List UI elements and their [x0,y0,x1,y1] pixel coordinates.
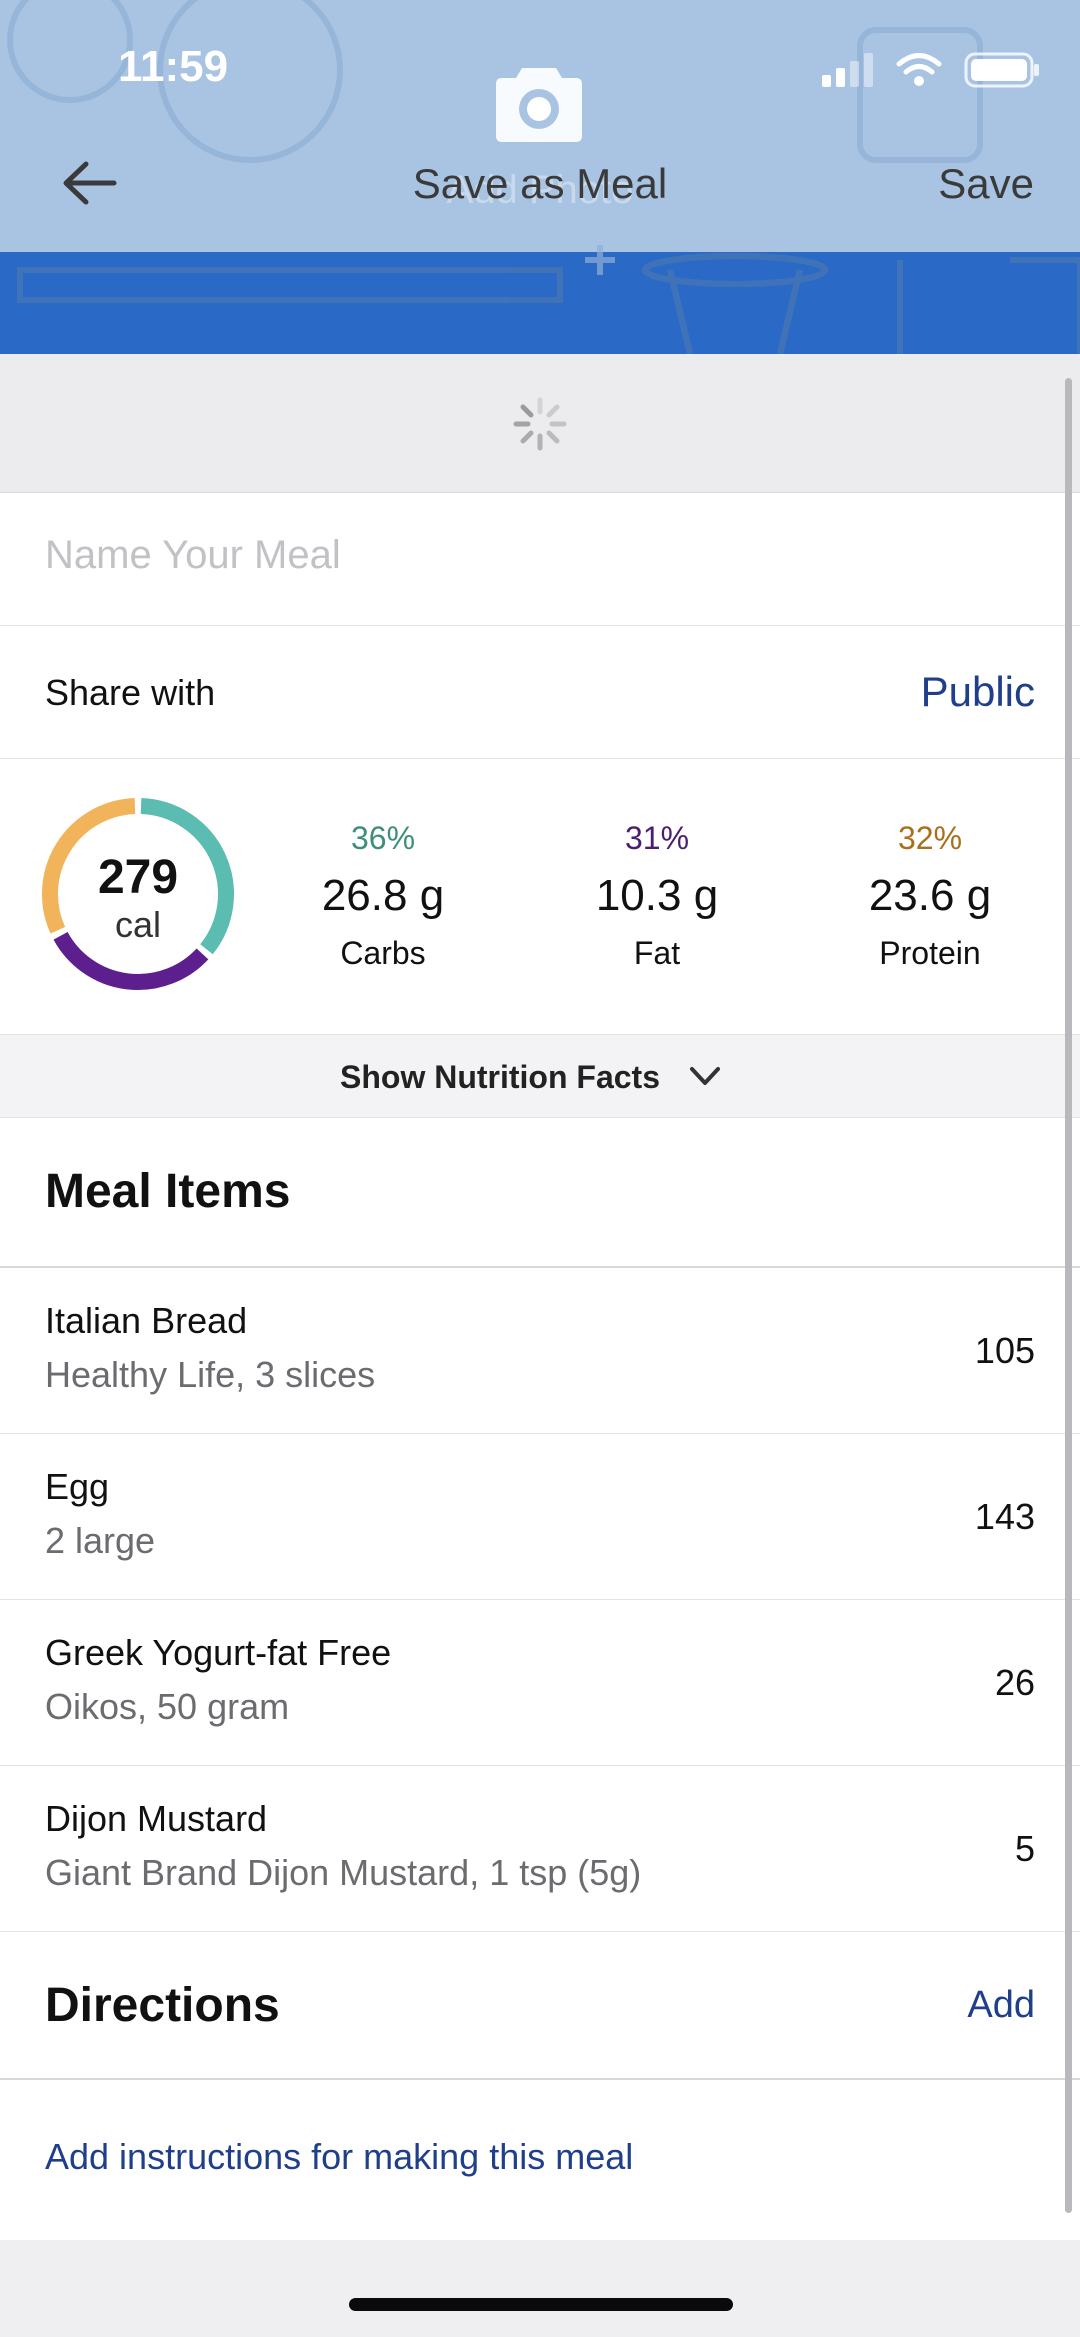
macro-percent: 36% [350,820,416,856]
meal-name-input[interactable] [45,533,1025,578]
macro-fat: 31% 10.3 g Fat [542,820,772,972]
meal-item-calories: 105 [974,1330,1035,1371]
share-with-label: Share with [45,672,216,713]
battery-icon [964,52,1039,88]
macro-label: Fat [633,935,681,971]
wifi-icon [896,53,942,86]
header: 11:59 Add Photo Save as Meal Save [0,0,1080,354]
macro-label: Protein [879,935,981,971]
camera-icon[interactable] [494,60,584,144]
navigation-bar: Save as Meal Save [0,150,1080,220]
directions-title: Directions [45,1979,280,2032]
macro-value: 10.3 g [595,871,719,920]
show-nutrition-facts-button[interactable]: Show Nutrition Facts [0,1034,1080,1118]
macro-protein: 32% 23.6 g Protein [815,820,1045,972]
directions-header: Directions Add [0,1932,1080,2080]
meal-item-calories: 143 [974,1496,1035,1537]
meal-item-name: Greek Yogurt-fat Free [45,1632,392,1673]
meal-item-row[interactable]: Egg 2 large 143 [0,1434,1080,1600]
show-nutrition-facts-label: Show Nutrition Facts [340,1059,660,1095]
meal-item-row[interactable]: Dijon Mustard Giant Brand Dijon Mustard,… [0,1766,1080,1932]
meal-item-calories: 26 [994,1662,1035,1703]
cellular-signal-icon [822,53,873,87]
meal-item-description: 2 large [45,1520,156,1561]
chevron-down-icon [690,1067,720,1085]
macro-carbs: 36% 26.8 g Carbs [268,820,498,972]
meal-item-name: Dijon Mustard [45,1798,268,1839]
meal-item-name: Italian Bread [45,1300,248,1341]
photo-loading-area [0,354,1080,493]
meal-item-calories: 5 [1014,1828,1035,1869]
meal-items-header: Meal Items [0,1118,1080,1268]
macro-value: 26.8 g [321,871,445,920]
meal-name-row [0,493,1080,626]
meal-item-row[interactable]: Greek Yogurt-fat Free Oikos, 50 gram 26 [0,1600,1080,1766]
macro-label: Carbs [340,935,426,971]
meal-item-description: Oikos, 50 gram [45,1686,290,1727]
home-indicator[interactable] [349,2298,733,2311]
save-button[interactable]: Save [938,160,1034,208]
macro-percent: 31% [624,820,690,856]
page-title: Save as Meal [412,160,668,207]
meal-item-description: Healthy Life, 3 slices [45,1354,376,1395]
meal-item-description: Giant Brand Dijon Mustard, 1 tsp (5g) [45,1852,642,1893]
macro-value: 23.6 g [868,871,992,920]
meal-item-row[interactable]: Italian Bread Healthy Life, 3 slices 105 [0,1268,1080,1434]
meal-items-title: Meal Items [45,1165,291,1218]
share-with-row[interactable]: Share with Public [0,626,1080,759]
calorie-unit: cal [114,904,162,945]
share-visibility-value[interactable]: Public [921,668,1035,716]
calorie-count: 279 [97,851,179,904]
scrollbar[interactable] [1065,378,1072,2213]
spinner-icon [513,397,567,451]
status-time: 11:59 [118,42,229,91]
add-directions-button[interactable]: Add [967,1984,1035,2027]
meal-item-name: Egg [45,1466,110,1507]
add-instructions-link[interactable]: Add instructions for making this meal [45,2136,633,2178]
directions-body: Add instructions for making this meal [0,2080,1080,2240]
macro-percent: 32% [897,820,963,856]
